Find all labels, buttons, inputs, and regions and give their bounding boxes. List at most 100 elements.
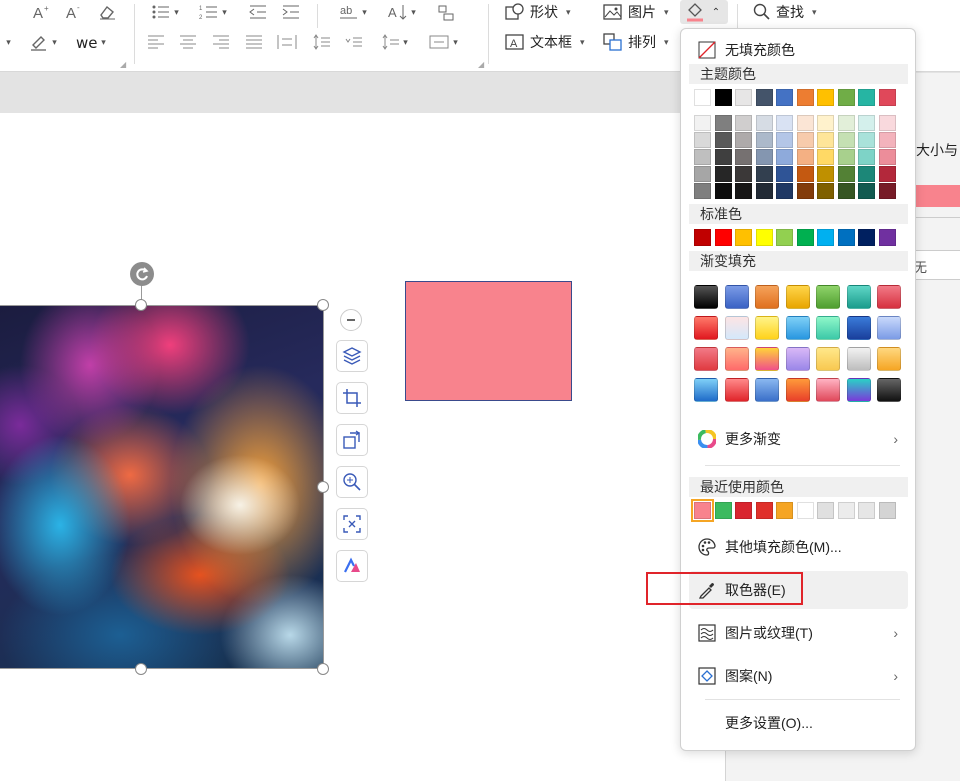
crop-icon[interactable] — [336, 382, 368, 414]
theme-shade-swatch[interactable] — [817, 166, 834, 182]
theme-shade-swatch[interactable] — [858, 166, 875, 182]
phonetic-icon[interactable]: wen▾ — [72, 30, 110, 54]
gradient-swatch[interactable] — [816, 285, 840, 309]
theme-shade-swatch[interactable] — [817, 115, 834, 131]
theme-shade-swatch[interactable] — [755, 149, 773, 165]
zoom-image-icon[interactable] — [336, 466, 368, 498]
line-spacing-icon[interactable] — [310, 30, 332, 54]
distribute-icon[interactable] — [276, 30, 298, 54]
no-fill-item[interactable]: 无填充颜色 — [689, 33, 908, 67]
selected-artwork-image[interactable] — [0, 305, 323, 669]
pane-fill-swatch[interactable] — [916, 185, 960, 207]
gradient-swatch[interactable] — [846, 316, 871, 340]
increase-font-icon[interactable]: A + — [30, 0, 54, 24]
justify-icon[interactable] — [244, 30, 264, 54]
theme-shade-swatch[interactable] — [776, 149, 793, 165]
gradient-swatch[interactable] — [755, 285, 779, 309]
gradient-swatch[interactable] — [755, 316, 779, 340]
theme-shade-swatch[interactable] — [837, 149, 855, 165]
convert-icon[interactable] — [434, 0, 458, 24]
gradient-swatch[interactable] — [694, 378, 718, 402]
arrange-button[interactable]: 排列 ▾ — [603, 30, 669, 54]
gradient-swatch[interactable] — [724, 316, 749, 340]
gradient-swatch[interactable] — [846, 285, 871, 309]
theme-shade-swatch[interactable] — [694, 183, 711, 199]
theme-shade-swatch[interactable] — [837, 183, 855, 199]
increase-indent-icon[interactable] — [279, 0, 303, 24]
theme-shade-swatch[interactable] — [714, 166, 732, 182]
theme-shade-swatch[interactable] — [694, 132, 711, 148]
gradient-swatch[interactable] — [877, 378, 901, 402]
resize-handle-bottom-right[interactable] — [317, 663, 329, 675]
recent-color-swatch[interactable] — [817, 502, 834, 519]
theme-shade-swatch[interactable] — [735, 166, 752, 182]
theme-shade-swatch[interactable] — [817, 149, 834, 165]
theme-shade-swatch[interactable] — [858, 115, 875, 131]
shape-button[interactable]: 形状 ▾ — [505, 0, 571, 24]
numbered-list-icon[interactable]: 1 2 ▾ — [196, 0, 230, 24]
theme-shade-swatch[interactable] — [714, 149, 732, 165]
textbox-button[interactable]: A 文本框 ▾ — [505, 30, 585, 54]
highlight-icon[interactable]: ▾ — [25, 30, 61, 54]
resize-handle-bottom[interactable] — [135, 663, 147, 675]
theme-shade-swatch[interactable] — [714, 132, 732, 148]
gradient-swatch[interactable] — [816, 316, 840, 340]
gradient-swatch[interactable] — [724, 285, 749, 309]
gradient-swatch[interactable] — [694, 285, 718, 309]
theme-color-swatch[interactable] — [755, 89, 773, 106]
recent-color-swatch[interactable] — [796, 502, 814, 519]
theme-shade-swatch[interactable] — [755, 115, 773, 131]
decrease-indent-icon[interactable] — [246, 0, 270, 24]
theme-shade-swatch[interactable] — [735, 115, 752, 131]
gradient-swatch[interactable] — [877, 285, 901, 309]
theme-shade-swatch[interactable] — [817, 183, 834, 199]
standard-color-swatch[interactable] — [817, 229, 834, 246]
sort-icon[interactable]: A ▾ — [384, 0, 420, 24]
gradient-swatch[interactable] — [877, 316, 901, 340]
rotate-handle-icon[interactable] — [130, 262, 154, 286]
theme-shade-swatch[interactable] — [714, 115, 732, 131]
theme-color-swatch[interactable] — [817, 89, 834, 106]
standard-color-swatch[interactable] — [776, 229, 793, 246]
recent-color-swatch[interactable] — [776, 502, 793, 519]
align-center-icon[interactable] — [178, 30, 198, 54]
more-settings-item[interactable]: 更多设置(O)... — [689, 705, 908, 741]
more-gradients-item[interactable]: 更多渐变 › — [689, 421, 908, 457]
theme-shade-swatch[interactable] — [796, 132, 814, 148]
theme-shade-swatch[interactable] — [755, 183, 773, 199]
standard-color-swatch[interactable] — [755, 229, 773, 246]
fill-color-caret-icon[interactable]: ⌃ — [708, 0, 724, 24]
text-align-vertical-icon[interactable]: ▾ — [424, 30, 462, 54]
gradient-swatch[interactable] — [724, 378, 749, 402]
gradient-swatch[interactable] — [694, 347, 718, 371]
gradient-swatch[interactable] — [694, 316, 718, 340]
theme-shade-swatch[interactable] — [694, 166, 711, 182]
recent-color-swatch[interactable] — [837, 502, 855, 519]
theme-color-swatch[interactable] — [776, 89, 793, 106]
theme-shade-swatch[interactable] — [714, 183, 732, 199]
theme-color-swatch[interactable] — [837, 89, 855, 106]
find-button[interactable]: 查找 ▾ — [753, 0, 817, 24]
gradient-swatch[interactable] — [785, 347, 810, 371]
theme-shade-swatch[interactable] — [796, 149, 814, 165]
picture-texture-item[interactable]: 图片或纹理(T) › — [689, 615, 908, 651]
gradient-swatch[interactable] — [724, 347, 749, 371]
theme-color-swatch[interactable] — [878, 89, 896, 106]
theme-color-swatch[interactable] — [714, 89, 732, 106]
gradient-swatch[interactable] — [785, 378, 810, 402]
standard-color-swatch[interactable] — [694, 229, 711, 246]
picture-button[interactable]: 图片 ▾ — [603, 0, 669, 24]
gradient-swatch[interactable] — [816, 347, 840, 371]
pattern-item[interactable]: 图案(N) › — [689, 658, 908, 694]
theme-shade-swatch[interactable] — [776, 132, 793, 148]
recent-color-swatch[interactable] — [858, 502, 875, 519]
gradient-swatch[interactable] — [816, 378, 840, 402]
bullet-list-icon[interactable]: ▾ — [148, 0, 182, 24]
more-caret[interactable]: ▾ — [0, 30, 14, 54]
ai-tool-icon[interactable] — [336, 550, 368, 582]
layers-icon[interactable] — [336, 340, 368, 372]
theme-color-swatch[interactable] — [796, 89, 814, 106]
resize-handle-right[interactable] — [317, 481, 329, 493]
theme-shade-swatch[interactable] — [858, 183, 875, 199]
clear-format-icon[interactable] — [95, 0, 119, 24]
